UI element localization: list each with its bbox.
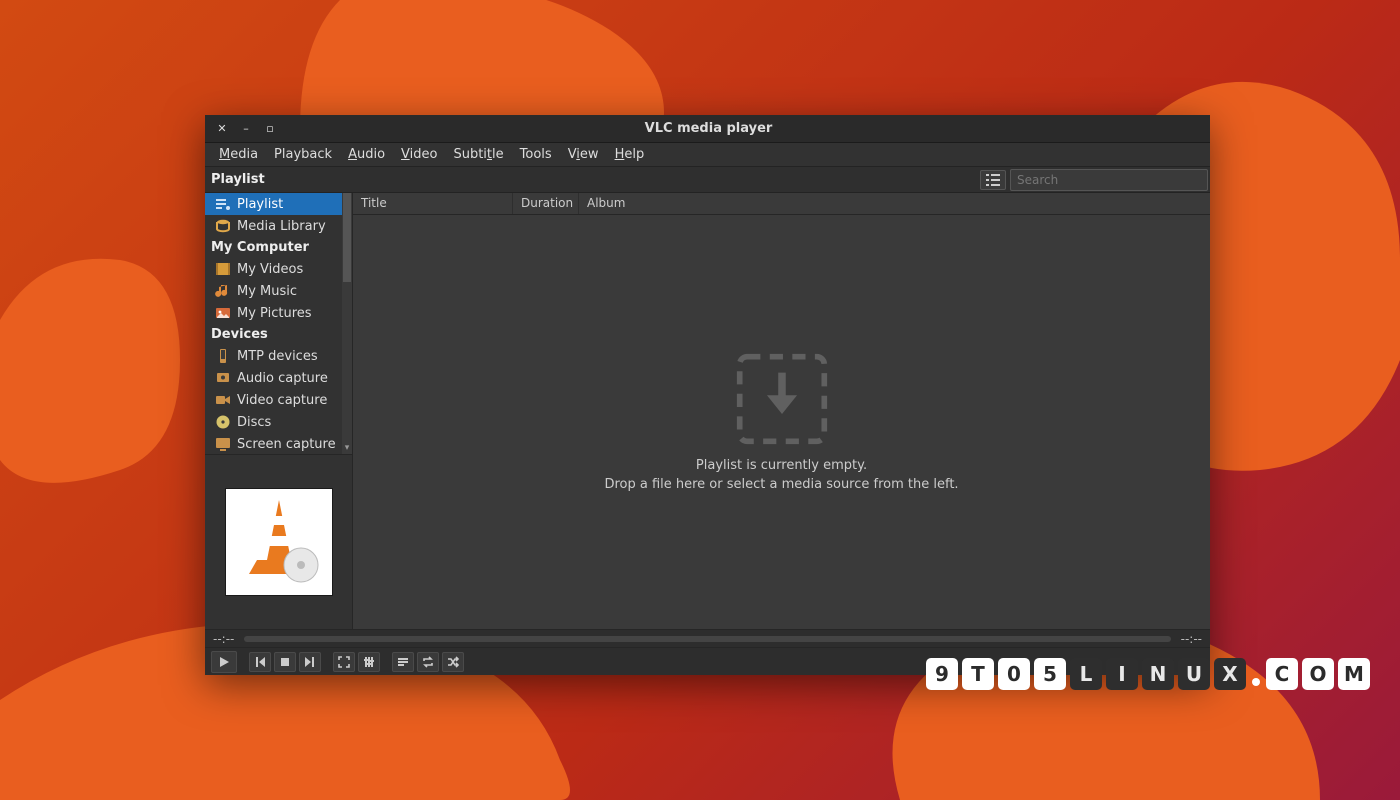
sidebar-item-label: Playlist: [237, 197, 283, 212]
sidebar-item-playlist[interactable]: Playlist: [205, 193, 352, 215]
playlist-icon: [215, 196, 231, 212]
window-title: VLC media player: [287, 121, 1130, 136]
playlist-toolbar: Playlist: [205, 167, 1210, 193]
sidebar-item-label: Media Library: [237, 219, 326, 234]
playlist-heading: Playlist: [205, 172, 271, 187]
sidebar-item-my-pictures[interactable]: My Pictures: [205, 302, 352, 324]
sidebar-item-label: Video capture: [237, 393, 327, 408]
minimize-button[interactable]: –: [241, 124, 251, 134]
time-remaining: --:--: [1181, 632, 1202, 646]
dropzone-arrow-icon: [735, 352, 829, 446]
play-button[interactable]: [211, 651, 237, 673]
column-title[interactable]: Title: [353, 193, 513, 214]
sidebar-section-mycomputer: My Computer: [205, 237, 352, 258]
search-input[interactable]: [1010, 169, 1208, 191]
seek-bar-row: --:-- --:--: [205, 629, 1210, 647]
sidebar-item-label: My Music: [237, 284, 297, 299]
sidebar-item-media-library[interactable]: Media Library: [205, 215, 352, 237]
playlist-panel: Title Duration Album Playlist is current…: [353, 193, 1210, 629]
menu-media[interactable]: Media: [211, 145, 266, 164]
sidebar-item-screen-capture[interactable]: Screen capture: [205, 433, 352, 455]
vlc-window: ✕ – ▫ VLC media player Media Playback Au…: [205, 115, 1210, 675]
column-duration[interactable]: Duration: [513, 193, 579, 214]
menu-help[interactable]: Help: [607, 145, 653, 164]
sidebar-item-label: Screen capture: [237, 437, 336, 452]
next-button[interactable]: [299, 652, 321, 672]
sidebar-item-label: Discs: [237, 415, 271, 430]
sidebar-section-devices: Devices: [205, 324, 352, 345]
close-button[interactable]: ✕: [217, 124, 227, 134]
playlist-dropzone[interactable]: Playlist is currently empty. Drop a file…: [353, 215, 1210, 629]
vlc-logo-art: [225, 488, 333, 596]
screen-capture-icon: [215, 436, 231, 452]
sidebar-item-my-music[interactable]: My Music: [205, 280, 352, 302]
dropzone-text-1: Playlist is currently empty.: [696, 458, 867, 473]
menu-audio[interactable]: Audio: [340, 145, 393, 164]
stop-button[interactable]: [274, 652, 296, 672]
menu-playback[interactable]: Playback: [266, 145, 340, 164]
sidebar-item-my-videos[interactable]: My Videos: [205, 258, 352, 280]
pictures-folder-icon: [215, 305, 231, 321]
shuffle-button[interactable]: [442, 652, 464, 672]
sidebar-item-label: My Videos: [237, 262, 303, 277]
video-folder-icon: [215, 261, 231, 277]
sidebar-item-label: Audio capture: [237, 371, 328, 386]
previous-button[interactable]: [249, 652, 271, 672]
view-mode-button[interactable]: [980, 170, 1006, 190]
column-album[interactable]: Album: [579, 193, 1210, 214]
site-watermark: 9T05 LINUX COM: [926, 658, 1370, 690]
extended-settings-button[interactable]: [358, 652, 380, 672]
sidebar-item-label: My Pictures: [237, 306, 312, 321]
toggle-playlist-button[interactable]: [392, 652, 414, 672]
source-tree: Playlist Media Library My Computer My Vi…: [205, 193, 352, 455]
mtp-icon: [215, 348, 231, 364]
loop-button[interactable]: [417, 652, 439, 672]
sidebar-scrollbar[interactable]: ▾: [342, 193, 352, 454]
sidebar-item-video-capture[interactable]: Video capture: [205, 389, 352, 411]
sidebar-item-audio-capture[interactable]: Audio capture: [205, 367, 352, 389]
seek-slider[interactable]: [244, 636, 1170, 642]
sidebar: Playlist Media Library My Computer My Vi…: [205, 193, 353, 629]
disc-icon: [215, 414, 231, 430]
music-folder-icon: [215, 283, 231, 299]
video-capture-icon: [215, 392, 231, 408]
dropzone-text-2: Drop a file here or select a media sourc…: [604, 477, 958, 492]
menu-view[interactable]: View: [560, 145, 607, 164]
album-art-panel: [205, 455, 352, 629]
maximize-button[interactable]: ▫: [265, 124, 275, 134]
titlebar: ✕ – ▫ VLC media player: [205, 115, 1210, 143]
menu-tools[interactable]: Tools: [512, 145, 560, 164]
sidebar-item-label: MTP devices: [237, 349, 318, 364]
search-box: [1010, 169, 1208, 191]
fullscreen-button[interactable]: [333, 652, 355, 672]
sidebar-item-discs[interactable]: Discs: [205, 411, 352, 433]
playlist-header: Title Duration Album: [353, 193, 1210, 215]
library-icon: [215, 218, 231, 234]
sidebar-item-mtp[interactable]: MTP devices: [205, 345, 352, 367]
menu-subtitle[interactable]: Subtitle: [445, 145, 511, 164]
menu-video[interactable]: Video: [393, 145, 445, 164]
time-elapsed: --:--: [213, 632, 234, 646]
audio-capture-icon: [215, 370, 231, 386]
menubar: Media Playback Audio Video Subtitle Tool…: [205, 143, 1210, 167]
